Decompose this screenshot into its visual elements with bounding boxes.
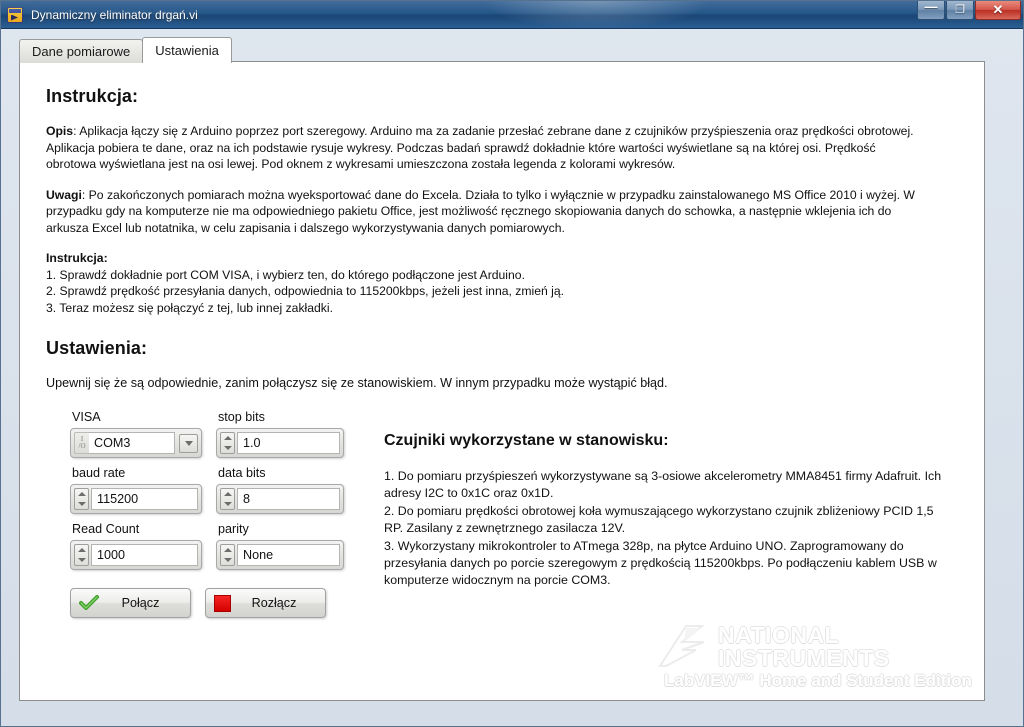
red-stop-icon: [214, 594, 231, 612]
connect-button-label: Połącz: [121, 596, 160, 610]
control-read-count: Read Count 1000: [70, 522, 202, 570]
opis-label: Opis: [46, 124, 74, 138]
data-bits-value[interactable]: 8: [237, 488, 340, 510]
spinner-arrows-icon[interactable]: [220, 544, 235, 566]
parity-spinner[interactable]: None: [216, 540, 344, 570]
stop-bits-spinner[interactable]: 1.0: [216, 428, 344, 458]
spinner-arrows-icon[interactable]: [74, 488, 89, 510]
step-item: 2. Sprawdź prędkość przesyłania danych, …: [46, 284, 565, 298]
watermark-line-2: INSTRUMENTS: [718, 645, 890, 671]
opis-text: : Aplikacja łączy się z Arduino poprzez …: [46, 124, 914, 171]
paragraph-opis: Opis: Aplikacja łączy się z Arduino popr…: [46, 123, 926, 173]
steps-block: Instrukcja: 1. Sprawdź dokładnie port CO…: [46, 250, 960, 316]
control-label: parity: [218, 522, 249, 536]
tab-strip: Dane pomiarowe Ustawienia: [19, 37, 232, 63]
step-item: 1. Sprawdź dokładnie port COM VISA, i wy…: [46, 267, 525, 282]
sensor-item: 1. Do pomiaru przyśpieszeń wykorzystywan…: [384, 469, 942, 500]
content-area: Instrukcja: Opis: Aplikacja łączy się z …: [20, 62, 984, 618]
visa-value[interactable]: COM3: [89, 432, 175, 454]
control-visa: VISA I/O COM3: [70, 410, 202, 458]
control-stop-bits: stop bits 1.0: [216, 410, 344, 458]
read-count-value[interactable]: 1000: [91, 544, 198, 566]
control-label: data bits: [218, 466, 266, 480]
chevron-down-icon[interactable]: [179, 433, 198, 453]
action-buttons: Połącz Rozłącz: [70, 588, 346, 618]
control-data-bits: data bits 8: [216, 466, 344, 514]
tab-ustawienia[interactable]: Ustawienia: [142, 37, 232, 63]
read-count-spinner[interactable]: 1000: [70, 540, 202, 570]
spinner-arrows-icon[interactable]: [220, 488, 235, 510]
steps-heading: Instrukcja:: [46, 251, 108, 265]
watermark-brand: NATIONAL INSTRUMENTS: [718, 624, 890, 670]
disconnect-button-label: Rozłącz: [251, 596, 297, 610]
disconnect-button[interactable]: Rozłącz: [205, 588, 326, 618]
green-check-icon: [79, 595, 99, 611]
control-label: stop bits: [218, 410, 265, 424]
window-title: Dynamiczny eliminator drgań.vi: [31, 7, 198, 22]
watermark-edition: LabVIEW™ Home and Student Edition: [664, 671, 972, 690]
sensor-item: 3. Wykorzystany mikrokontroler to ATmega…: [384, 539, 937, 587]
spinner-arrows-icon[interactable]: [74, 544, 89, 566]
controls-grid: VISA I/O COM3 stop bits 1.0 baud rate 11…: [70, 410, 346, 570]
parity-value[interactable]: None: [237, 544, 340, 566]
settings-row: VISA I/O COM3 stop bits 1.0 baud rate 11…: [46, 410, 960, 618]
controls-column: VISA I/O COM3 stop bits 1.0 baud rate 11…: [46, 410, 346, 618]
uwagi-text: : Po zakończonych pomiarach można wyeksp…: [46, 187, 915, 235]
sensors-heading: Czujniki wykorzystane w stanowisku:: [384, 432, 669, 449]
visa-combo[interactable]: I/O COM3: [70, 428, 202, 458]
close-button[interactable]: ✕: [975, 1, 1021, 20]
uwagi-label: Uwagi: [46, 187, 82, 202]
settings-lead: Upewnij się że są odpowiednie, zanim poł…: [46, 376, 668, 390]
labview-vi-icon: [7, 6, 23, 23]
application-window: Dynamiczny eliminator drgań.vi — ❐ ✕ Dan…: [0, 0, 1024, 727]
restore-button[interactable]: ❐: [946, 1, 974, 20]
control-label: baud rate: [72, 466, 126, 480]
window-controls: — ❐ ✕: [916, 1, 1021, 20]
connect-button[interactable]: Połącz: [70, 588, 191, 618]
close-icon: ✕: [992, 2, 1004, 17]
settings-heading: Ustawienia:: [46, 338, 148, 358]
title-bar: Dynamiczny eliminator drgań.vi — ❐ ✕: [1, 1, 1023, 29]
screen: Dynamiczny eliminator drgań.vi — ❐ ✕ Dan…: [0, 0, 1024, 727]
minimize-icon: —: [924, 1, 938, 14]
instruction-heading: Instrukcja:: [46, 86, 139, 106]
step-item: 3. Teraz możesz się połączyć z tej, lub …: [46, 300, 333, 315]
restore-icon: ❐: [955, 4, 965, 16]
tab-dane-pomiarowe[interactable]: Dane pomiarowe: [19, 39, 144, 63]
baud-rate-value[interactable]: 115200: [91, 488, 198, 510]
control-label: Read Count: [72, 522, 140, 536]
control-baud-rate: baud rate 115200: [70, 466, 202, 514]
paragraph-uwagi: Uwagi: Po zakończonych pomiarach można w…: [46, 187, 926, 237]
tab-label: Dane pomiarowe: [32, 44, 131, 59]
data-bits-spinner[interactable]: 8: [216, 484, 344, 514]
sensors-column: Czujniki wykorzystane w stanowisku: 1. D…: [346, 410, 960, 590]
ni-eagle-logo: [658, 625, 705, 667]
control-label: VISA: [72, 410, 101, 424]
minimize-button[interactable]: —: [917, 1, 945, 20]
stop-bits-value[interactable]: 1.0: [237, 432, 340, 454]
control-parity: parity None: [216, 522, 344, 570]
tab-label: Ustawienia: [155, 43, 219, 58]
sensor-item: 2. Do pomiaru prędkości obrotowej koła w…: [384, 504, 934, 535]
national-instruments-watermark: NATIONAL INSTRUMENTS LabVIEW™ Home and S…: [656, 620, 972, 694]
baud-rate-spinner[interactable]: 115200: [70, 484, 202, 514]
tab-content-panel: Instrukcja: Opis: Aplikacja łączy się z …: [19, 61, 985, 701]
io-resource-icon: I/O: [74, 432, 89, 454]
spinner-arrows-icon[interactable]: [220, 432, 235, 454]
watermark-line-1: NATIONAL: [718, 622, 840, 648]
title-bar-glow: [481, 1, 711, 28]
